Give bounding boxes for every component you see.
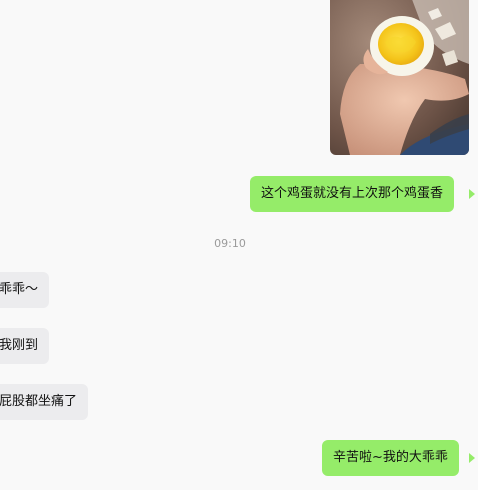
message-text: 我刚到	[0, 338, 39, 353]
bubble-tail	[469, 189, 475, 199]
message-text: 辛苦啦~我的大乖乖	[333, 450, 448, 465]
message-timestamp: 09:10	[214, 237, 246, 250]
bubble-tail	[469, 453, 475, 463]
egg-photo-image	[330, 0, 469, 155]
received-message-bubble[interactable]: 屁股都坐痛了	[0, 384, 89, 420]
received-message-bubble[interactable]: 我刚到	[0, 328, 50, 364]
sent-message-bubble[interactable]: 辛苦啦~我的大乖乖	[322, 440, 459, 476]
message-text: 屁股都坐痛了	[0, 394, 78, 409]
received-message-bubble[interactable]: 乖乖～	[0, 272, 50, 308]
sent-image-message[interactable]	[330, 0, 469, 155]
chat-message-list[interactable]: 这个鸡蛋就没有上次那个鸡蛋香 09:10 乖乖～ 我刚到 屁股都坐痛了 辛苦啦~…	[0, 0, 478, 490]
message-text: 乖乖～	[0, 282, 39, 297]
message-text: 这个鸡蛋就没有上次那个鸡蛋香	[261, 186, 444, 201]
sent-message-bubble[interactable]: 这个鸡蛋就没有上次那个鸡蛋香	[250, 176, 455, 212]
